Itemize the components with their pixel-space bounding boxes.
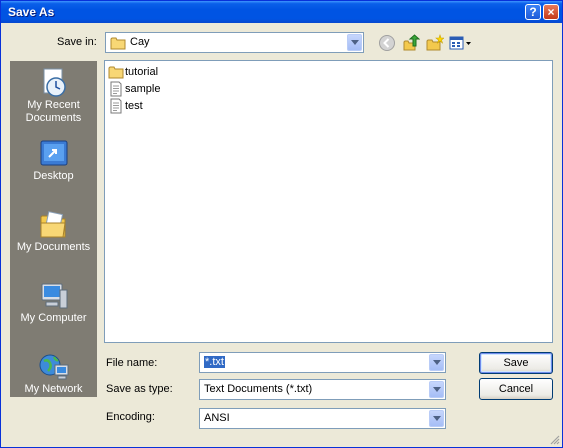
- file-name-value: *.txt: [204, 356, 225, 368]
- my-documents-icon: [40, 211, 66, 238]
- place-label: My Network: [24, 383, 83, 395]
- save-as-type-label: Save as type:: [106, 383, 173, 395]
- encoding-value: ANSI: [204, 412, 230, 424]
- save-as-dialog: Save As ? × Save in: Cay My Recent Docum…: [0, 0, 563, 448]
- close-button[interactable]: ×: [543, 4, 559, 20]
- place-recent-documents[interactable]: My Recent Documents: [10, 67, 97, 125]
- up-folder-icon[interactable]: [402, 34, 420, 52]
- save-as-type-value: Text Documents (*.txt): [204, 383, 313, 395]
- place-label: Desktop: [33, 170, 74, 182]
- place-label: My Recent Documents: [25, 99, 82, 124]
- places-bar: My Recent Documents Desktop My Documents: [10, 61, 97, 397]
- text-file-icon: [110, 98, 122, 114]
- chevron-down-icon[interactable]: [429, 381, 444, 398]
- place-my-computer[interactable]: My Computer: [10, 280, 97, 325]
- place-my-network[interactable]: My Network: [10, 351, 97, 396]
- new-folder-icon[interactable]: [426, 34, 444, 52]
- place-label: My Documents: [16, 241, 91, 253]
- save-button[interactable]: Save: [479, 352, 553, 374]
- back-icon[interactable]: [378, 34, 396, 52]
- place-desktop[interactable]: Desktop: [10, 138, 97, 183]
- file-name: tutorial: [125, 66, 159, 78]
- folder-icon: [108, 66, 124, 79]
- save-in-dropdown[interactable]: Cay: [105, 32, 364, 53]
- chevron-down-icon[interactable]: [429, 354, 444, 371]
- file-name-label: File name:: [106, 357, 158, 369]
- cancel-button[interactable]: Cancel: [479, 378, 553, 400]
- views-menu-icon[interactable]: [449, 34, 473, 52]
- save-in-label: Save in:: [57, 36, 97, 48]
- file-name-input[interactable]: *.txt: [199, 352, 446, 373]
- chevron-down-icon[interactable]: [347, 34, 362, 51]
- help-button[interactable]: ?: [525, 4, 541, 20]
- recent-documents-icon: [43, 68, 66, 97]
- chevron-down-icon[interactable]: [429, 410, 444, 427]
- my-computer-icon: [41, 283, 67, 309]
- folder-icon: [110, 37, 126, 50]
- text-file-icon: [110, 81, 122, 97]
- file-list[interactable]: tutorial sample test: [104, 60, 553, 343]
- resize-grip-icon[interactable]: [550, 435, 560, 445]
- window-title: Save As: [8, 5, 55, 19]
- save-as-type-dropdown[interactable]: Text Documents (*.txt): [199, 379, 446, 400]
- encoding-label: Encoding:: [106, 411, 155, 423]
- file-name: test: [125, 100, 143, 112]
- title-bar[interactable]: Save As ? ×: [1, 1, 562, 23]
- my-network-icon: [39, 354, 68, 380]
- desktop-icon: [40, 140, 67, 166]
- encoding-dropdown[interactable]: ANSI: [199, 408, 446, 429]
- place-my-documents[interactable]: My Documents: [10, 209, 97, 254]
- place-label: My Computer: [20, 312, 87, 324]
- file-name: sample: [125, 83, 161, 95]
- save-in-value: Cay: [130, 36, 150, 48]
